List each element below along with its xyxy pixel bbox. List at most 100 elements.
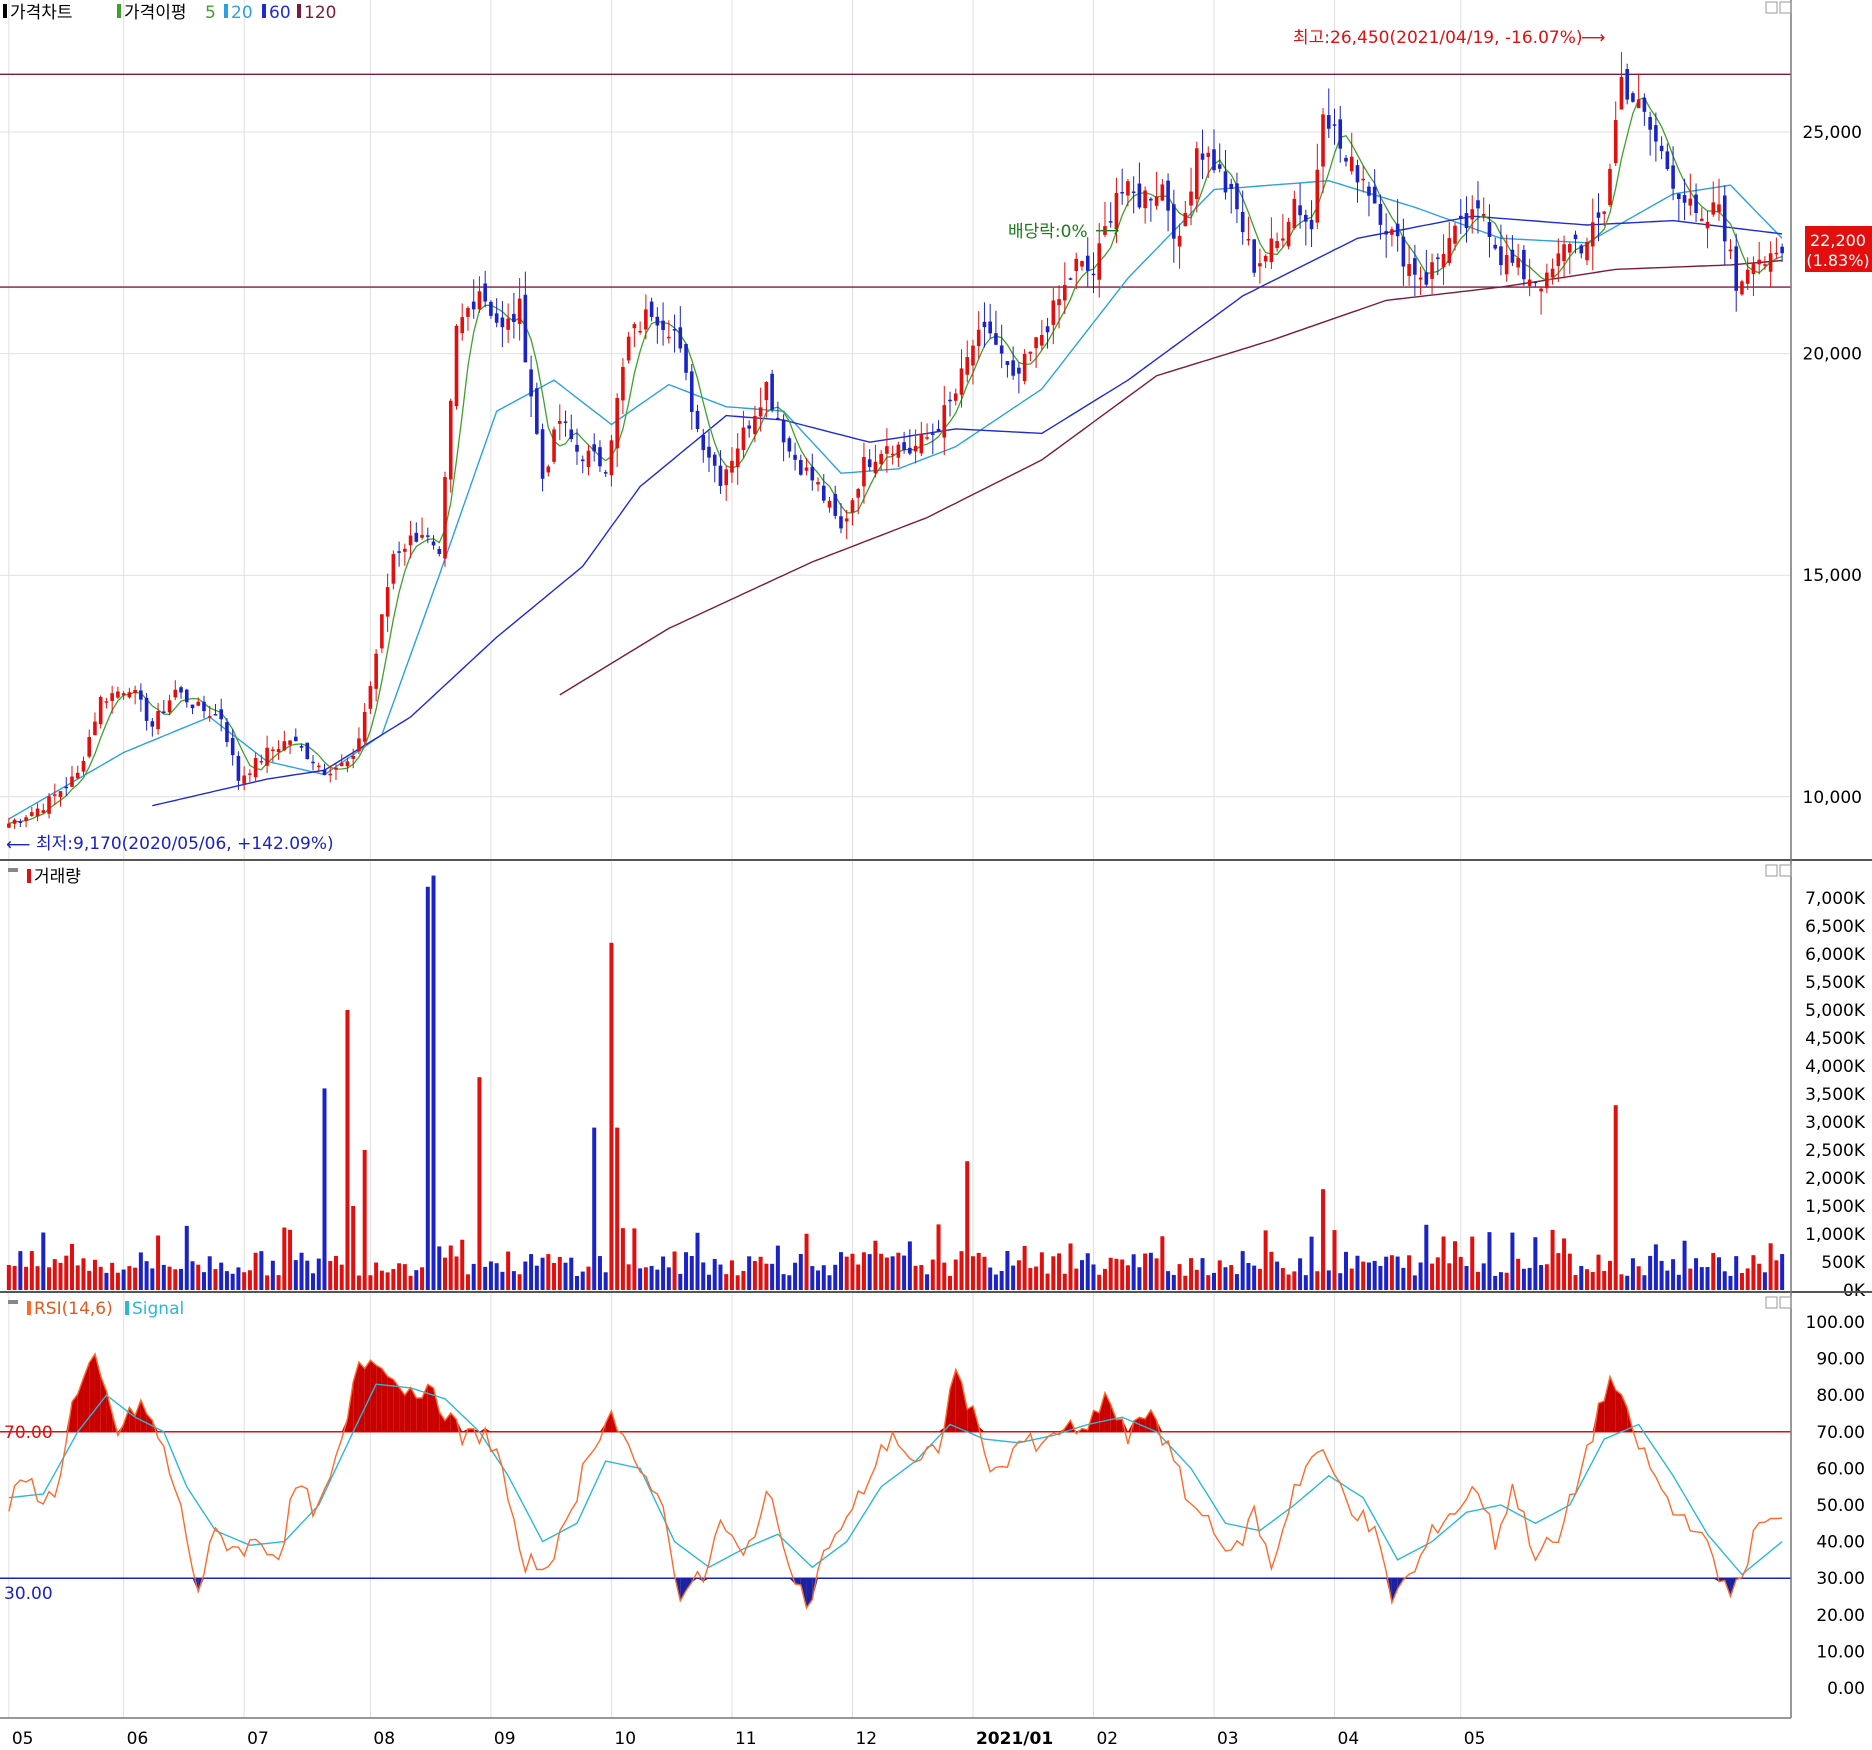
candle [1235,183,1239,210]
month-tick-label: 10 [614,1729,636,1749]
candle [965,357,970,375]
volume-bar [1694,1258,1699,1290]
volume-bar [775,1245,780,1290]
volume-bar [563,1262,568,1290]
candle [489,301,493,316]
candle [557,420,562,424]
volume-bar [1051,1256,1056,1290]
candle [391,554,396,584]
candle [1757,259,1761,265]
volume-bar [735,1275,740,1290]
volume-bar [24,1266,29,1290]
candle [1263,255,1268,262]
volume-bar [1711,1252,1716,1290]
candle [1051,300,1056,325]
volume-bar [643,1267,648,1290]
candle [1194,148,1199,200]
volume-bar [1280,1268,1285,1290]
candle [707,446,711,458]
candle [156,711,160,730]
month-tick-label: 11 [735,1729,757,1749]
volume-bar [1751,1255,1756,1290]
volume-bar [827,1275,832,1290]
rsi-tick-label: 80.00 [1816,1386,1865,1406]
candle [1281,238,1285,241]
volume-bar [138,1252,143,1290]
volume-bar [1585,1269,1590,1290]
candle [718,465,723,486]
volume-bar [213,1269,218,1290]
volume-bar [1372,1260,1377,1290]
rsi-tick-label: 10.00 [1816,1642,1865,1662]
volume-bar [98,1266,103,1290]
candle [357,738,361,752]
volume-bar [609,942,614,1290]
volume-bar [465,1274,470,1290]
overbought-fill [1116,1419,1123,1432]
volume-bar [184,1225,189,1290]
candle [689,371,694,412]
candle [626,336,631,361]
volume-tick-label: 4,500K [1805,1029,1866,1049]
volume-bar [511,1271,516,1290]
overbought-fill [376,1365,382,1432]
volume-bar [1487,1232,1492,1290]
candle [1550,268,1555,278]
candle [529,369,533,397]
volume-bar [810,1266,815,1290]
candle [667,336,671,339]
low-arrow-icon: ⟵ [6,835,30,855]
volume-bar [333,1255,338,1290]
candle [345,761,350,767]
price-legend[interactable]: 가격차트 가격이평 5 20 60 120 [3,3,336,23]
candle [299,745,304,748]
volume-bar [351,1206,356,1290]
volume-bar [655,1269,660,1290]
candle [1085,255,1090,271]
volume-bar [1395,1256,1400,1290]
volume-bar [35,1266,40,1290]
month-tick-label: 08 [373,1729,395,1749]
volume-bar [1516,1258,1521,1290]
candle [776,417,780,420]
candle [512,313,516,323]
volume-bar [1361,1261,1366,1290]
candle [1378,203,1383,225]
candle [81,760,86,772]
candle [1183,212,1188,227]
volume-bar [1194,1269,1199,1290]
volume-bar [41,1232,46,1290]
volume-bar [1682,1240,1687,1290]
candle [632,324,637,329]
volume-bar [437,1246,442,1290]
volume-bar [1780,1254,1785,1290]
rsi-lower-label: 30.00 [4,1584,53,1604]
candle [219,709,224,720]
volume-bar [345,1010,350,1290]
candle [1246,238,1251,241]
candle [1625,69,1629,100]
overbought-fill [967,1405,973,1432]
candle [1258,263,1262,267]
volume-bar [1102,1268,1107,1290]
candle [1453,225,1457,244]
candle [150,721,155,727]
candle [1751,262,1756,275]
overbought-fill [1093,1410,1100,1432]
volume-bar [890,1256,895,1290]
candle [18,821,23,823]
volume-bar [844,1256,849,1290]
volume-bar [167,1266,172,1290]
candle [1298,205,1302,216]
volume-bar [1573,1275,1578,1290]
overbought-fill [89,1353,95,1432]
volume-bar [620,1228,625,1290]
candle [1567,243,1572,253]
candle [879,453,883,465]
rsi-legend[interactable]: RSI(14,6) Signal [8,1299,184,1319]
candle [1017,367,1021,374]
candle [902,442,906,451]
volume-bar [1143,1253,1148,1290]
candle [1212,149,1216,171]
candle [1705,221,1710,229]
